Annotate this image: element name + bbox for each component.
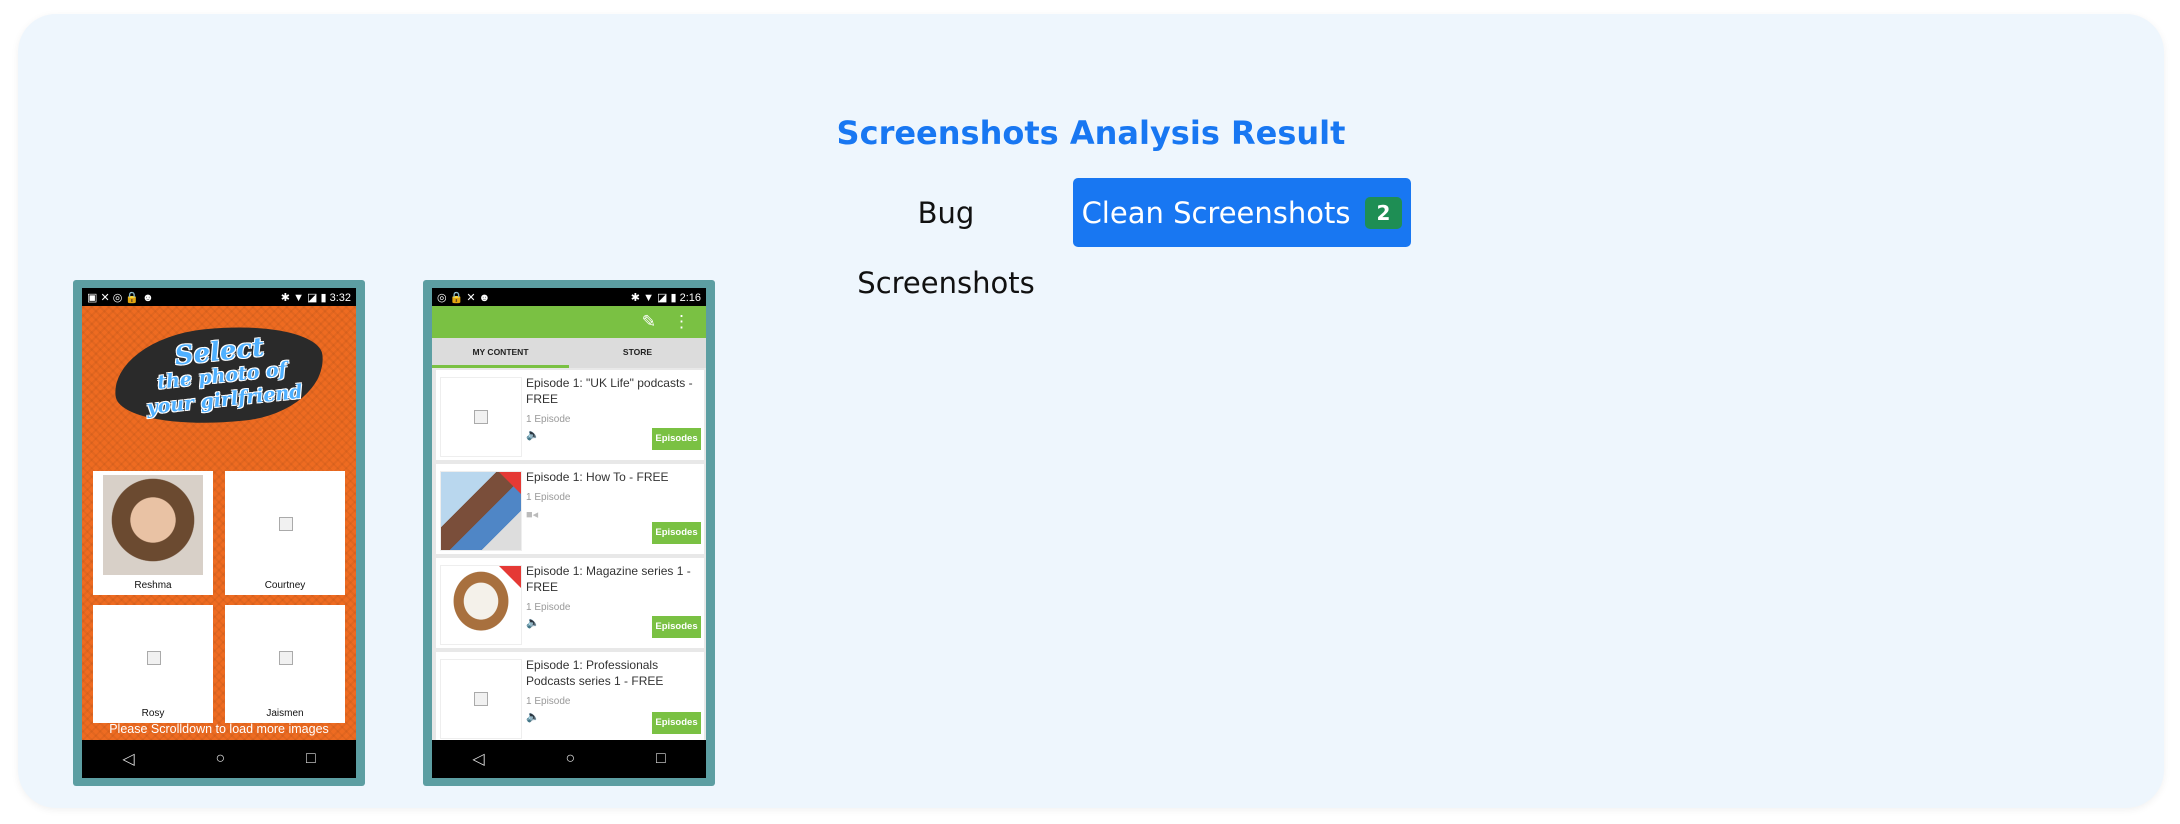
- free-ribbon: [499, 472, 521, 494]
- episode-thumbnail: [440, 377, 522, 457]
- app-heading: Select the photo of your girlfriend: [119, 330, 325, 423]
- notification-icons: ◎ 🔒 ✕ ☻: [437, 291, 491, 304]
- app-background: Select the photo of your girlfriend Resh…: [82, 306, 356, 740]
- episode-count: 1 Episode: [526, 602, 571, 613]
- tab-clean-screenshots[interactable]: Clean Screenshots 2: [1073, 178, 1411, 247]
- recents-icon: □: [305, 750, 316, 767]
- episodes-button[interactable]: Episodes: [652, 522, 701, 544]
- episode-title: Episode 1: Magazine series 1 - FREE: [526, 564, 691, 594]
- tab-store[interactable]: STORE: [569, 338, 706, 368]
- status-right: ✱ ▼ ◪ ▮ 3:32: [280, 291, 351, 304]
- video-icon: ■◂: [526, 509, 539, 521]
- back-icon: ◁: [122, 751, 135, 768]
- episode-title: Episode 1: "UK Life" podcasts - FREE: [526, 376, 693, 406]
- broken-image-icon: [474, 692, 488, 706]
- list-item[interactable]: Episode 1: Magazine series 1 - FREE 1 Ep…: [436, 558, 704, 648]
- episode-thumbnail: [440, 471, 522, 551]
- page-title: Screenshots Analysis Result: [836, 114, 1346, 152]
- episodes-button[interactable]: Episodes: [652, 616, 701, 638]
- broken-image-icon: [474, 410, 488, 424]
- episode-title: Episode 1: How To - FREE: [526, 470, 669, 484]
- status-time: 2:16: [679, 291, 701, 304]
- tile-name: Reshma: [134, 580, 172, 591]
- tab-bug-screenshots[interactable]: Bug Screenshots: [826, 178, 1066, 300]
- audio-icon: 🔈: [526, 429, 540, 441]
- home-icon: ○: [565, 750, 576, 767]
- clean-count-badge: 2: [1364, 196, 1403, 229]
- girl-photo: [103, 475, 203, 575]
- screenshot-thumbnail-2[interactable]: ◎ 🔒 ✕ ☻ ✱ ▼ ◪ ▮ 2:16 ✎ ⋮ MY CONTENT STOR…: [423, 280, 715, 786]
- free-ribbon: [499, 566, 521, 588]
- status-bar: ▣ ✕ ◎ 🔒 ☻ ✱ ▼ ◪ ▮ 3:32: [82, 288, 356, 306]
- status-bar: ◎ 🔒 ✕ ☻ ✱ ▼ ◪ ▮ 2:16: [432, 288, 706, 306]
- pencil-icon[interactable]: ✎: [642, 312, 656, 332]
- list-item[interactable]: Episode 1: "UK Life" podcasts - FREE 1 E…: [436, 370, 704, 460]
- phone-screen: ▣ ✕ ◎ 🔒 ☻ ✱ ▼ ◪ ▮ 3:32 Select the photo …: [82, 288, 356, 778]
- scroll-hint: Please Scrolldown to load more images: [109, 722, 329, 736]
- content-tabs: MY CONTENT STORE: [432, 338, 706, 368]
- broken-image-icon: [147, 651, 161, 665]
- screenshot-thumbnail-1[interactable]: ▣ ✕ ◎ 🔒 ☻ ✱ ▼ ◪ ▮ 3:32 Select the photo …: [73, 280, 365, 786]
- list-item[interactable]: Episode 1: How To - FREE 1 Episode ■◂ Ep…: [436, 464, 704, 554]
- episodes-button[interactable]: Episodes: [652, 428, 701, 450]
- list-item[interactable]: Episode 1: Professionals Podcasts series…: [436, 652, 704, 740]
- episode-thumbnail: [440, 659, 522, 739]
- app-background: ✎ ⋮ MY CONTENT STORE Episode 1: "UK Life…: [432, 306, 706, 740]
- audio-icon: 🔈: [526, 711, 540, 723]
- notification-icons: ▣ ✕ ◎ 🔒 ☻: [87, 291, 154, 304]
- android-nav-bar: ◁ ○ □: [432, 740, 706, 778]
- photo-tile-4[interactable]: Jaismen: [225, 605, 345, 723]
- broken-image-icon: [279, 517, 293, 531]
- tile-name: Jaismen: [266, 708, 304, 719]
- photo-tile-1[interactable]: Reshma: [93, 471, 213, 595]
- audio-icon: 🔈: [526, 617, 540, 629]
- episode-count: 1 Episode: [526, 492, 571, 503]
- recents-icon: □: [655, 750, 666, 767]
- photo-tile-2[interactable]: Courtney: [225, 471, 345, 595]
- status-right: ✱ ▼ ◪ ▮ 2:16: [630, 291, 701, 304]
- back-icon: ◁: [472, 751, 485, 768]
- android-nav-bar: ◁ ○ □: [82, 740, 356, 778]
- tab-my-content[interactable]: MY CONTENT: [432, 338, 569, 368]
- overflow-menu-icon[interactable]: ⋮: [673, 312, 690, 332]
- phone-screen: ◎ 🔒 ✕ ☻ ✱ ▼ ◪ ▮ 2:16 ✎ ⋮ MY CONTENT STOR…: [432, 288, 706, 778]
- tile-name: Courtney: [264, 580, 306, 591]
- broken-image-icon: [279, 651, 293, 665]
- episode-thumbnail: [440, 565, 522, 645]
- tile-name: Rosy: [141, 708, 165, 719]
- episode-count: 1 Episode: [526, 414, 571, 425]
- status-time: 3:32: [329, 291, 351, 304]
- results-card: Screenshots Analysis Result Bug Screensh…: [18, 14, 2164, 808]
- app-toolbar: ✎ ⋮: [432, 306, 706, 338]
- photo-tile-3[interactable]: Rosy: [93, 605, 213, 723]
- episodes-button[interactable]: Episodes: [652, 712, 701, 734]
- home-icon: ○: [215, 750, 226, 767]
- episode-title: Episode 1: Professionals Podcasts series…: [526, 658, 664, 688]
- tab-clean-label: Clean Screenshots: [1081, 195, 1351, 230]
- episode-count: 1 Episode: [526, 696, 571, 707]
